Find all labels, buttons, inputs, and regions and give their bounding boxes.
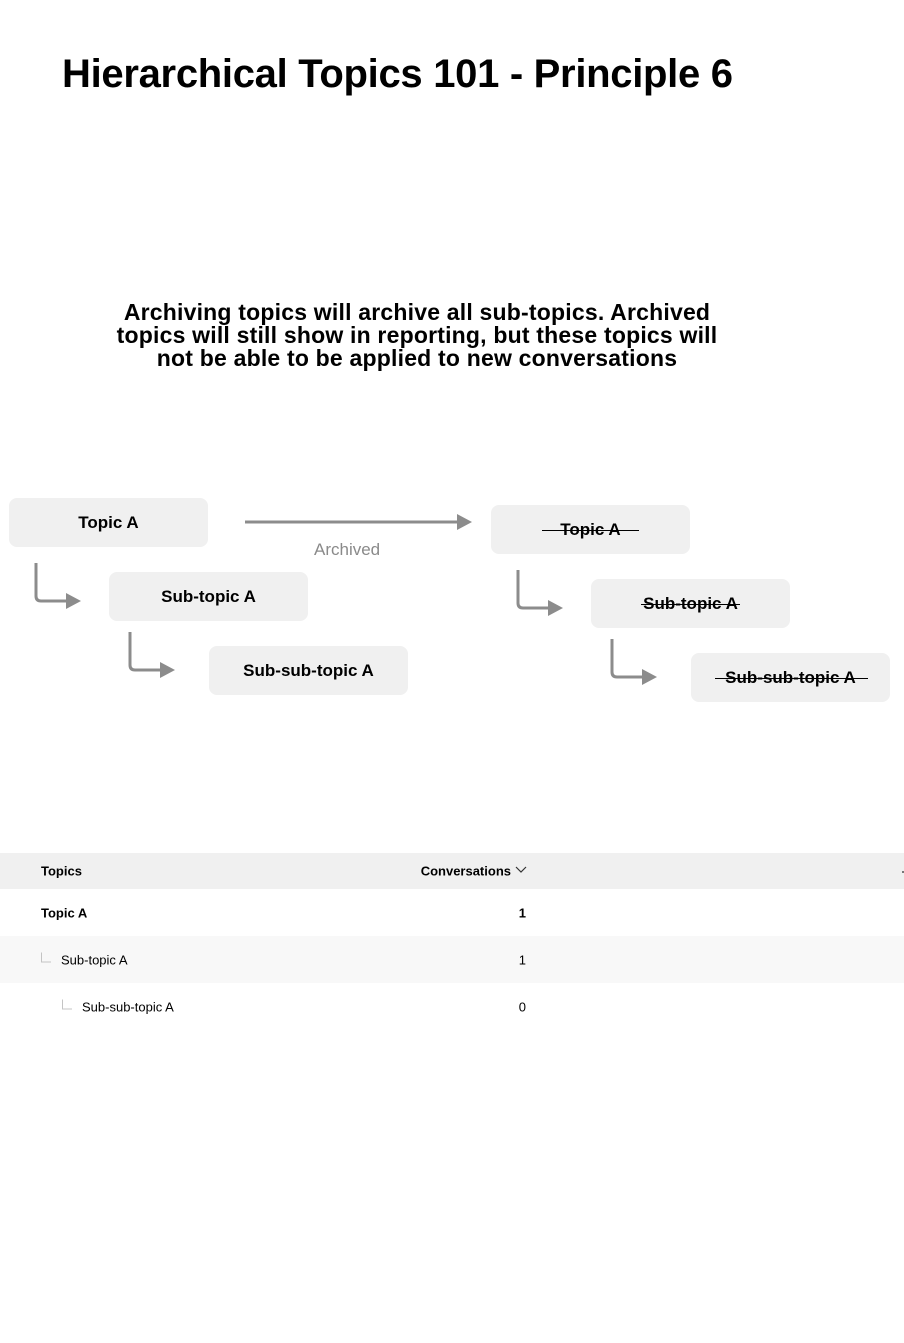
archived-topic-node: Topic A (491, 505, 690, 554)
topic-cell: Sub-sub-topic A (62, 999, 174, 1014)
conversations-cell: 1 (518, 905, 526, 920)
node-label: Sub-sub-topic A (243, 660, 374, 680)
arrow-head-3 (548, 600, 563, 616)
subtopic-node: Sub-topic A (109, 572, 308, 621)
chevron-down-icon[interactable] (515, 862, 527, 877)
archived-subtopic-node: Sub-topic A (591, 579, 790, 628)
child-connector-1 (34, 563, 68, 603)
diagram-connectors (34, 514, 657, 685)
conversations-column-header[interactable]: Conversations (421, 864, 511, 879)
table-row[interactable]: Topic A 1 (0, 889, 904, 936)
topic-cell: Sub-topic A (41, 952, 128, 967)
archived-subsubtopic-node: Sub-sub-topic A (691, 653, 890, 702)
table-row[interactable]: Sub-sub-topic A 0 (0, 983, 904, 1030)
archived-label: Archived (314, 540, 381, 559)
topic-cell: Topic A (41, 905, 88, 920)
tree-branch-icon (41, 952, 51, 963)
topic-node: Topic A (9, 498, 208, 547)
node-label: Topic A (78, 512, 139, 532)
node-label: Sub-topic A (161, 586, 256, 606)
topics-table: Topics Conversations Topic A 1 Sub-topic… (0, 853, 904, 1030)
node-label: Topic A (542, 519, 640, 539)
topic-label: Sub-topic A (61, 952, 128, 967)
topic-label: Sub-sub-topic A (82, 999, 174, 1014)
archived-child-connector-1 (516, 570, 550, 610)
node-label: Sub-sub-topic A (715, 667, 868, 687)
page-title: Hierarchical Topics 101 - Principle 6 (62, 52, 733, 96)
archived-arrow-head (457, 514, 472, 530)
topics-column-header[interactable]: Topics (41, 864, 82, 879)
table-row[interactable]: Sub-topic A 1 (0, 936, 904, 983)
arrow-head-1 (66, 593, 81, 609)
table-header: Topics Conversations (0, 853, 904, 889)
tree-branch-icon (62, 999, 72, 1010)
arrow-head-4 (642, 669, 657, 685)
principle-description: Archiving topics will archive all sub-to… (116, 299, 718, 371)
archived-child-connector-2 (610, 639, 644, 679)
child-connector-2 (128, 632, 162, 672)
conversations-cell: 0 (518, 999, 526, 1014)
subsubtopic-node: Sub-sub-topic A (209, 646, 408, 695)
arrow-head-2 (160, 662, 175, 678)
node-label: Sub-topic A (641, 593, 740, 613)
conversations-cell: 1 (518, 952, 526, 967)
